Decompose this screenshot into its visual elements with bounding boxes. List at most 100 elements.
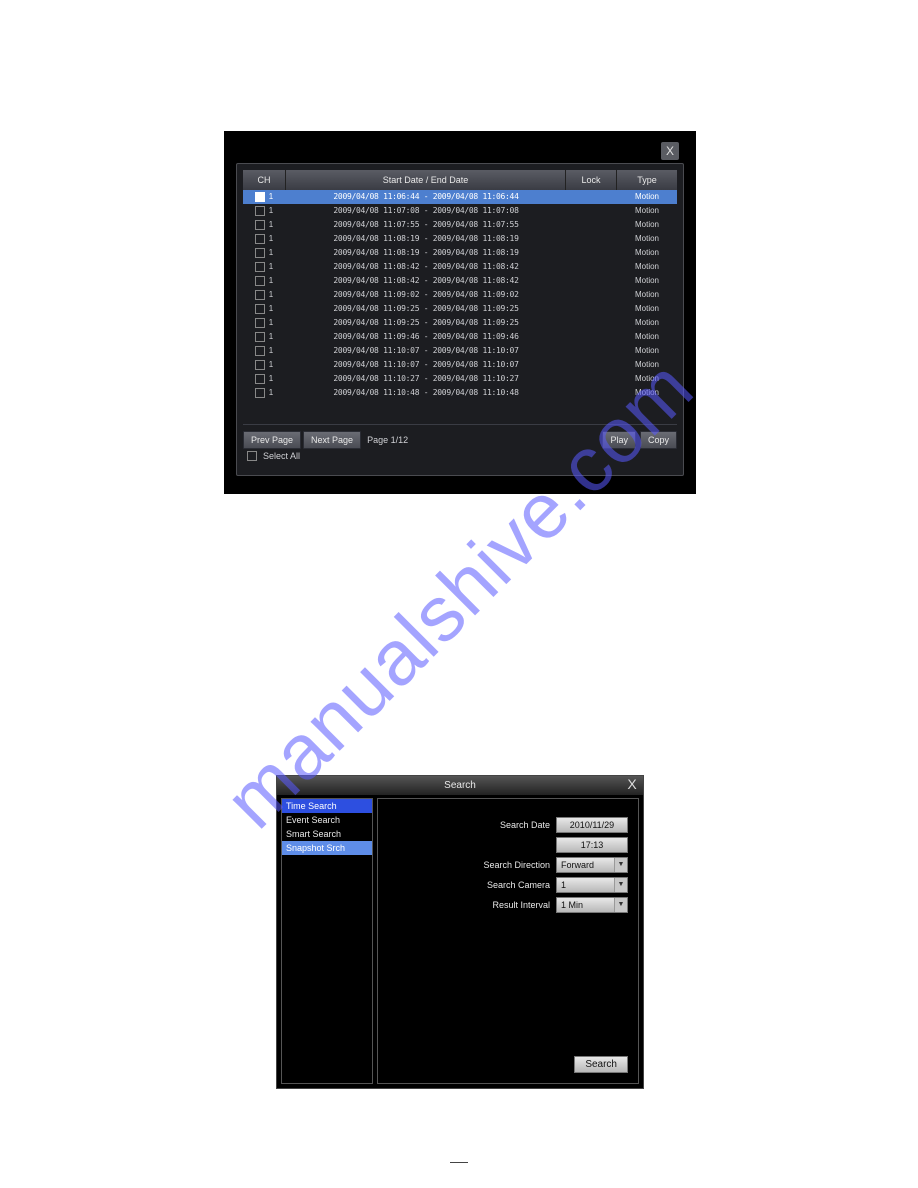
table-row[interactable]: 12009/04/08 11:10:27 - 2009/04/08 11:10:… bbox=[243, 372, 677, 386]
row-checkbox[interactable] bbox=[255, 262, 265, 272]
row-checkbox[interactable] bbox=[255, 220, 265, 230]
row-ch-value: 1 bbox=[269, 316, 273, 330]
search-date-label: Search Date bbox=[398, 820, 550, 830]
row-ch-cell: 1 bbox=[243, 190, 285, 204]
table-row[interactable]: 1 2009/04/08 11:09:02 - 2009/04/08 11:09:… bbox=[243, 288, 677, 302]
row-lock-value bbox=[567, 302, 617, 316]
row-ch-cell: 1 bbox=[243, 330, 285, 344]
row-checkbox[interactable] bbox=[255, 332, 265, 342]
row-type-value: Motion bbox=[617, 204, 677, 218]
row-checkbox[interactable] bbox=[255, 346, 265, 356]
table-row[interactable]: 1 2009/04/08 11:09:25 - 2009/04/08 11:09:… bbox=[243, 316, 677, 330]
table-header-row: CH Start Date / End Date Lock Type bbox=[243, 170, 677, 190]
search-direction-dropdown[interactable]: Forward ▼ bbox=[556, 857, 628, 873]
select-all-row[interactable]: Select All bbox=[247, 451, 300, 461]
row-ch-value: 1 bbox=[269, 288, 273, 302]
row-lock-value bbox=[567, 386, 617, 400]
table-row[interactable]: 12009/04/08 11:07:08 - 2009/04/08 11:07:… bbox=[243, 204, 677, 218]
search-date-field[interactable]: 2010/11/29 bbox=[556, 817, 628, 833]
row-lock-value bbox=[567, 330, 617, 344]
table-row[interactable]: 1 2009/04/08 11:07:55 - 2009/04/08 11:07:… bbox=[243, 218, 677, 232]
row-checkbox[interactable] bbox=[255, 248, 265, 258]
result-interval-dropdown[interactable]: 1 Min ▼ bbox=[556, 897, 628, 913]
search-direction-value: Forward bbox=[557, 858, 614, 872]
search-time-field[interactable]: 17:13 bbox=[556, 837, 628, 853]
copy-button[interactable]: Copy bbox=[640, 431, 677, 449]
row-date-value: 2009/04/08 11:09:02 - 2009/04/08 11:09:0… bbox=[285, 288, 567, 302]
close-button[interactable]: X bbox=[661, 142, 679, 160]
row-checkbox[interactable] bbox=[255, 192, 265, 202]
row-checkbox[interactable] bbox=[255, 374, 265, 384]
row-checkbox[interactable] bbox=[255, 206, 265, 216]
page-indicator: Page 1/12 bbox=[367, 435, 408, 445]
row-lock-value bbox=[567, 246, 617, 260]
row-ch-cell: 1 bbox=[243, 260, 285, 274]
row-type-value: Motion bbox=[617, 218, 677, 232]
row-date-value: 2009/04/08 11:07:55 - 2009/04/08 11:07:5… bbox=[285, 218, 567, 232]
table-row[interactable]: 12009/04/08 11:08:19 - 2009/04/08 11:08:… bbox=[243, 246, 677, 260]
play-button[interactable]: Play bbox=[602, 431, 636, 449]
event-list-window: X CH Start Date / End Date Lock Type 120… bbox=[236, 163, 684, 476]
select-all-checkbox[interactable] bbox=[247, 451, 257, 461]
row-ch-value: 1 bbox=[269, 218, 273, 232]
sidebar-item[interactable]: Snapshot Srch bbox=[282, 841, 372, 855]
search-dialog: Search X Time SearchEvent SearchSmart Se… bbox=[276, 775, 644, 1089]
row-ch-cell: 1 bbox=[243, 288, 285, 302]
row-checkbox[interactable] bbox=[255, 360, 265, 370]
result-interval-label: Result Interval bbox=[398, 900, 550, 910]
row-lock-value bbox=[567, 232, 617, 246]
next-page-button[interactable]: Next Page bbox=[303, 431, 361, 449]
select-all-label: Select All bbox=[263, 451, 300, 461]
table-row[interactable]: 12009/04/08 11:09:46 - 2009/04/08 11:09:… bbox=[243, 330, 677, 344]
row-ch-cell: 1 bbox=[243, 316, 285, 330]
row-type-value: Motion bbox=[617, 330, 677, 344]
row-ch-value: 1 bbox=[269, 246, 273, 260]
row-ch-value: 1 bbox=[269, 204, 273, 218]
row-type-value: Motion bbox=[617, 302, 677, 316]
row-checkbox[interactable] bbox=[255, 318, 265, 328]
row-ch-cell: 1 bbox=[243, 302, 285, 316]
row-ch-value: 1 bbox=[269, 330, 273, 344]
table-row[interactable]: 12009/04/08 11:08:42 - 2009/04/08 11:08:… bbox=[243, 260, 677, 274]
sidebar-item[interactable]: Smart Search bbox=[282, 827, 372, 841]
row-checkbox[interactable] bbox=[255, 290, 265, 300]
row-ch-value: 1 bbox=[269, 344, 273, 358]
row-lock-value bbox=[567, 274, 617, 288]
row-ch-value: 1 bbox=[269, 372, 273, 386]
search-camera-dropdown[interactable]: 1 ▼ bbox=[556, 877, 628, 893]
row-date-value: 2009/04/08 11:09:25 - 2009/04/08 11:09:2… bbox=[285, 302, 567, 316]
table-row[interactable]: 1 2009/04/08 11:09:25 - 2009/04/08 11:09:… bbox=[243, 302, 677, 316]
row-ch-value: 1 bbox=[269, 232, 273, 246]
sidebar-item[interactable]: Time Search bbox=[282, 799, 372, 813]
row-checkbox[interactable] bbox=[255, 304, 265, 314]
row-type-value: Motion bbox=[617, 386, 677, 400]
row-ch-cell: 1 bbox=[243, 204, 285, 218]
row-ch-value: 1 bbox=[269, 260, 273, 274]
table-row[interactable]: 12009/04/08 11:08:19 - 2009/04/08 11:08:… bbox=[243, 232, 677, 246]
search-sidebar: Time SearchEvent SearchSmart SearchSnaps… bbox=[281, 798, 373, 1084]
row-checkbox[interactable] bbox=[255, 276, 265, 286]
chevron-down-icon: ▼ bbox=[614, 858, 627, 872]
search-button[interactable]: Search bbox=[574, 1056, 628, 1073]
table-row[interactable]: 12009/04/08 11:10:07 - 2009/04/08 11:10:… bbox=[243, 344, 677, 358]
row-lock-value bbox=[567, 358, 617, 372]
table-row[interactable]: 12009/04/08 11:06:44 - 2009/04/08 11:06:… bbox=[243, 190, 677, 204]
table-row[interactable]: 12009/04/08 11:10:07 - 2009/04/08 11:10:… bbox=[243, 358, 677, 372]
close-icon[interactable]: X bbox=[624, 777, 640, 793]
dialog-title-text: Search bbox=[444, 780, 476, 791]
dialog-title: Search X bbox=[277, 776, 643, 795]
row-ch-cell: 1 bbox=[243, 274, 285, 288]
col-header-ch: CH bbox=[243, 170, 286, 190]
row-checkbox[interactable] bbox=[255, 234, 265, 244]
row-ch-cell: 1 bbox=[243, 218, 285, 232]
row-lock-value bbox=[567, 260, 617, 274]
chevron-down-icon: ▼ bbox=[614, 898, 627, 912]
table-row[interactable]: 12009/04/08 11:08:42 - 2009/04/08 11:08:… bbox=[243, 274, 677, 288]
table-row[interactable]: 12009/04/08 11:10:48 - 2009/04/08 11:10:… bbox=[243, 386, 677, 400]
row-date-value: 2009/04/08 11:09:25 - 2009/04/08 11:09:2… bbox=[285, 316, 567, 330]
sidebar-item[interactable]: Event Search bbox=[282, 813, 372, 827]
prev-page-button[interactable]: Prev Page bbox=[243, 431, 301, 449]
row-ch-cell: 1 bbox=[243, 358, 285, 372]
row-ch-value: 1 bbox=[269, 302, 273, 316]
row-checkbox[interactable] bbox=[255, 388, 265, 398]
